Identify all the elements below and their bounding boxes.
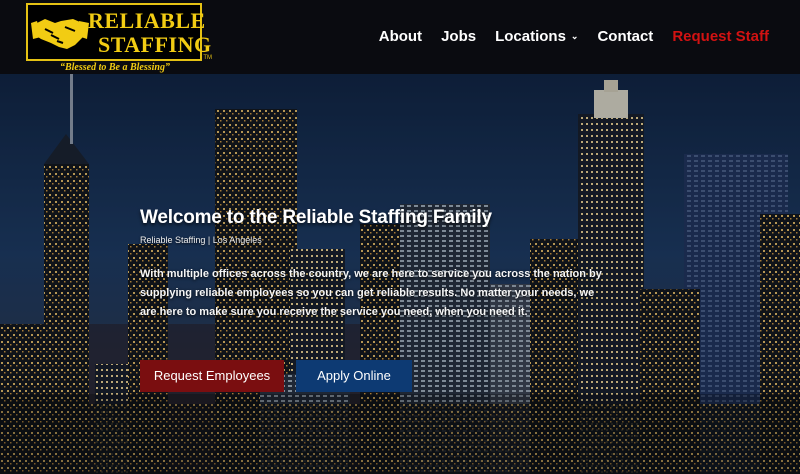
hero-subtitle: Reliable Staffing | Los Angeles [140,235,262,245]
hero-title: Welcome to the Reliable Staffing Family [140,207,492,228]
nav-about[interactable]: About [379,28,422,45]
hero-body-text: With multiple offices across the country… [140,268,602,318]
site-header: RELIABLE STAFFING TM “Blessed to Be a Bl… [0,0,800,74]
trademark: TM [203,55,212,61]
nav-jobs[interactable]: Jobs [441,28,476,45]
nav-locations-label: Locations [495,28,566,45]
main-nav: About Jobs Locations ⌄ Contact Request St… [360,28,769,45]
nav-request-staff-label: Request Staff [672,28,769,45]
hero-section: Welcome to the Reliable Staffing Family … [0,74,800,474]
request-employees-button[interactable]: Request Employees [140,360,284,392]
hero-content: Welcome to the Reliable Staffing Family … [140,207,610,392]
logo-text-staffing: STAFFING [98,32,212,57]
hero-buttons: Request Employees Apply Online [140,360,412,392]
nav-contact-label: Contact [597,28,654,45]
nav-jobs-label: Jobs [441,28,477,45]
apply-online-button[interactable]: Apply Online [296,360,412,392]
nav-contact[interactable]: Contact [597,28,653,45]
logo-text-reliable: RELIABLE [88,8,206,33]
logo-tagline: “Blessed to Be a Blessing” [59,62,170,73]
handshake-icon [31,19,89,49]
nav-request-staff[interactable]: Request Staff [672,28,769,45]
chevron-down-icon: ⌄ [570,31,579,41]
nav-about-label: About [378,28,423,45]
logo[interactable]: RELIABLE STAFFING TM [26,3,212,61]
nav-locations[interactable]: Locations ⌄ [495,28,578,45]
